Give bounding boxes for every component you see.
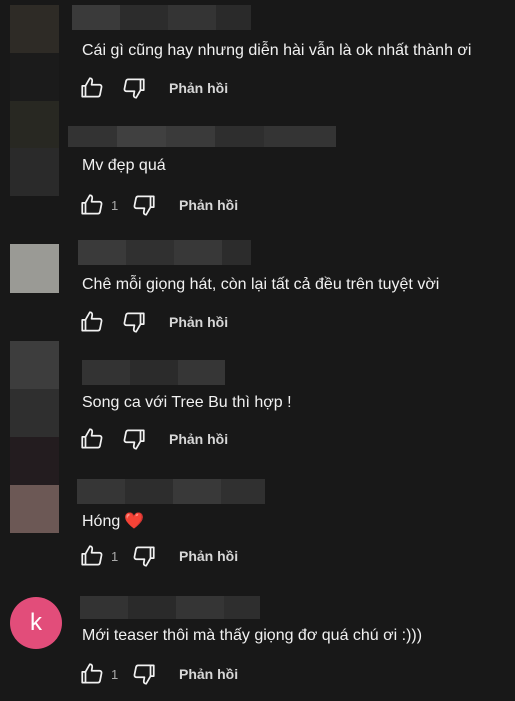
comment-text: Mv đẹp quá (82, 157, 166, 174)
like-count: 1 (111, 666, 119, 682)
thumb-up-icon[interactable] (79, 309, 105, 335)
comment-text: Cái gì cũng hay nhưng diễn hài vẫn là ok… (82, 42, 472, 59)
thumb-down-icon[interactable] (121, 426, 147, 452)
comment-item: Cái gì cũng hay nhưng diễn hài vẫn là ok… (0, 5, 515, 122)
reply-button[interactable]: Phản hồi (169, 314, 228, 330)
comment-text-body: Hóng (82, 513, 121, 530)
comment-text: Mới teaser thôi mà thấy giọng đơ quá chú… (82, 627, 423, 644)
thumb-down-icon[interactable] (131, 543, 157, 569)
comment-text: Song ca với Tree Bu thì hợp ! (82, 394, 292, 411)
thumb-up-icon[interactable] (79, 661, 105, 687)
comment-item: Song ca với Tree Bu thì hợp ! Phản hồi (0, 360, 515, 477)
reply-button[interactable]: Phản hồi (179, 666, 238, 682)
comments-page: Cái gì cũng hay nhưng diễn hài vẫn là ok… (0, 0, 515, 701)
reply-button[interactable]: Phản hồi (169, 431, 228, 447)
author-name-blurred[interactable] (77, 479, 265, 504)
comment-item: Hóng ❤️ 1 Phản hồi (0, 479, 515, 596)
author-name-blurred[interactable] (80, 596, 260, 619)
comment-actions: 1 Phản hồi (79, 661, 238, 687)
thumb-down-icon[interactable] (131, 661, 157, 687)
comment-actions: Phản hồi (79, 426, 228, 452)
like-count: 1 (111, 197, 119, 213)
comment-text: Hóng ❤️ (82, 511, 144, 531)
comment-actions: 1 Phản hồi (79, 543, 238, 569)
comment-item: Mới teaser thôi mà thấy giọng đơ quá chú… (0, 596, 515, 701)
thumb-up-icon[interactable] (79, 543, 105, 569)
thumb-down-icon[interactable] (121, 75, 147, 101)
comment-actions: Phản hồi (79, 309, 228, 335)
heart-emoji-icon: ❤️ (124, 513, 145, 530)
author-name-blurred[interactable] (72, 5, 251, 30)
like-count: 1 (111, 548, 119, 564)
reply-button[interactable]: Phản hồi (179, 548, 238, 564)
reply-button[interactable]: Phản hồi (179, 197, 238, 213)
comment-text: Chê mỗi giọng hát, còn lại tất cả đều tr… (82, 276, 440, 293)
thumb-down-icon[interactable] (131, 192, 157, 218)
thumb-down-icon[interactable] (121, 309, 147, 335)
reply-button[interactable]: Phản hồi (169, 80, 228, 96)
author-name-blurred[interactable] (82, 360, 225, 385)
thumb-up-icon[interactable] (79, 192, 105, 218)
thumb-up-icon[interactable] (79, 75, 105, 101)
author-name-blurred[interactable] (68, 126, 336, 147)
comment-item: Mv đẹp quá 1 Phản hồi (0, 126, 515, 243)
author-name-blurred[interactable] (78, 240, 251, 265)
comment-actions: 1 Phản hồi (79, 192, 238, 218)
thumb-up-icon[interactable] (79, 426, 105, 452)
comment-actions: Phản hồi (79, 75, 228, 101)
comment-item: Chê mỗi giọng hát, còn lại tất cả đều tr… (0, 240, 515, 357)
